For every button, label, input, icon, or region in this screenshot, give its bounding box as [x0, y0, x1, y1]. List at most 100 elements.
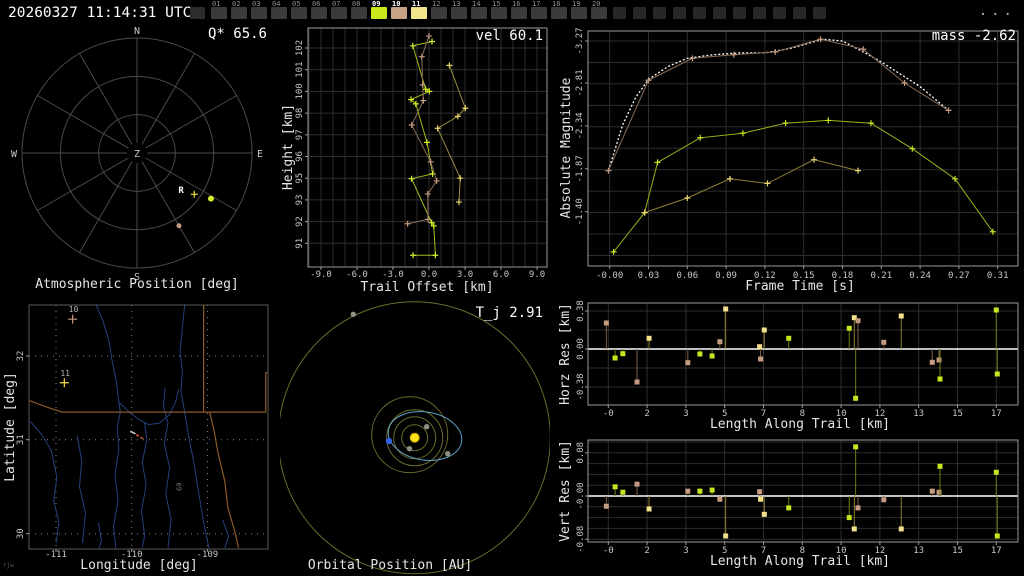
- frame-box[interactable]: [613, 0, 626, 22]
- horz-xlabel: Length Along Trail [km]: [709, 417, 890, 432]
- map-ylabel: Latitude [deg]: [3, 372, 18, 482]
- data-point-cross: [605, 167, 612, 174]
- frame-box-swatch: [511, 7, 527, 19]
- horz-residuals-plot: -0 2 3 5 7 8 10 12 13 15 170.380.00-0.38: [576, 300, 1019, 419]
- map-gridlines: [29, 305, 268, 549]
- svg-text:3: 3: [683, 409, 688, 419]
- frame-box-08[interactable]: 08: [351, 0, 367, 22]
- frame-box-12[interactable]: 12: [431, 0, 447, 22]
- frame-box[interactable]: [713, 0, 726, 22]
- frame-box[interactable]: [753, 0, 766, 22]
- frame-box-16[interactable]: 16: [511, 0, 527, 22]
- frame-box-swatch: [733, 7, 746, 19]
- frame-box-05[interactable]: 05: [291, 0, 307, 22]
- frame-box-02[interactable]: 02: [231, 0, 247, 22]
- svg-text:-1.40: -1.40: [575, 198, 585, 225]
- residual-point: [993, 469, 999, 475]
- residual-point: [786, 505, 792, 511]
- frame-box-13[interactable]: 13: [451, 0, 467, 22]
- plot-frame: [587, 302, 1019, 406]
- frame-box-label: 20: [592, 0, 601, 8]
- frame-box[interactable]: [653, 0, 666, 22]
- frame-box-swatch: [693, 7, 706, 19]
- frame-box-10[interactable]: 10: [391, 0, 407, 22]
- station-label: 11: [60, 369, 70, 378]
- frame-box-18[interactable]: 18: [551, 0, 567, 22]
- frame-box[interactable]: [190, 0, 205, 22]
- data-point-cross: [689, 55, 696, 62]
- river-line: [97, 522, 102, 548]
- frame-box-20[interactable]: 20: [591, 0, 607, 22]
- frame-box-04[interactable]: 04: [271, 0, 287, 22]
- atmos-caption: Atmospheric Position [deg]: [35, 277, 239, 292]
- frame-box[interactable]: [693, 0, 706, 22]
- svg-text:-2.34: -2.34: [575, 112, 585, 139]
- frame-box-swatch: [571, 7, 587, 19]
- map-features: [29, 305, 268, 548]
- frame-box-label: 10: [392, 0, 401, 8]
- residual-point: [881, 339, 887, 345]
- residual-point: [697, 351, 703, 357]
- frame-box[interactable]: [633, 0, 646, 22]
- frame-box-label: 09: [372, 0, 381, 8]
- station-label: 10: [69, 305, 79, 314]
- data-point-cross: [446, 62, 453, 69]
- vert-ylabel: Vert Res [km]: [558, 440, 573, 542]
- frame-box-06[interactable]: 06: [311, 0, 327, 22]
- frame-box-14[interactable]: 14: [471, 0, 487, 22]
- mercury-dot: [406, 446, 413, 452]
- residual-point: [723, 533, 729, 539]
- frame-box-07[interactable]: 07: [331, 0, 347, 22]
- data-point-cross: [726, 175, 733, 182]
- svg-text:92: 92: [295, 216, 305, 227]
- residual-point: [898, 526, 904, 532]
- frame-box[interactable]: [733, 0, 746, 22]
- frame-box-01[interactable]: 01: [211, 0, 227, 22]
- frame-box[interactable]: [773, 0, 786, 22]
- svg-text:30: 30: [16, 528, 26, 539]
- frame-box[interactable]: [813, 0, 826, 22]
- svg-text:97: 97: [295, 129, 305, 140]
- frame-box-09[interactable]: 09: [371, 0, 387, 22]
- frame-box-swatch: [633, 7, 646, 19]
- data-point-cross: [654, 159, 661, 166]
- svg-text:3.0: 3.0: [457, 270, 473, 280]
- residual-point: [685, 488, 691, 494]
- data-point-cross: [855, 167, 862, 174]
- frame-box-label: 15: [492, 0, 501, 8]
- data-point-cross: [684, 195, 691, 202]
- frame-box-label: 04: [272, 0, 281, 8]
- data-point-cross: [424, 190, 431, 197]
- svg-text:0.27: 0.27: [948, 271, 970, 281]
- tick-labels: -0.00 0.03 0.06 0.09 0.12 0.15 0.18 0.21 0.24 0.2…: [575, 27, 1009, 281]
- frame-box-swatch: [331, 7, 347, 19]
- svg-text:2: 2: [644, 409, 649, 419]
- frame-box-11[interactable]: 11: [411, 0, 427, 22]
- frame-box[interactable]: [673, 0, 686, 22]
- overflow-menu-icon[interactable]: ...: [979, 3, 1016, 19]
- frame-box-swatch: [251, 7, 267, 19]
- frame-box-15[interactable]: 15: [491, 0, 507, 22]
- frame-box-19[interactable]: 19: [571, 0, 587, 22]
- svg-text:3: 3: [683, 546, 688, 556]
- data-point-cross: [867, 120, 874, 127]
- ground-track-orange: [135, 434, 145, 441]
- data-point-cross: [59, 378, 69, 388]
- frame-box-swatch: [391, 7, 407, 19]
- frame-box-swatch: [813, 7, 826, 19]
- venus-dot: [424, 423, 430, 430]
- svg-text:0.38: 0.38: [576, 300, 586, 322]
- svg-text:W: W: [11, 149, 18, 160]
- residual-point: [929, 359, 935, 365]
- svg-text:6.0: 6.0: [493, 270, 509, 280]
- frame-box-17[interactable]: 17: [531, 0, 547, 22]
- frame-box-03[interactable]: 03: [251, 0, 267, 22]
- residual-point: [723, 306, 729, 312]
- residual-point: [853, 395, 859, 401]
- frame-box-label: 01: [212, 0, 221, 8]
- frame-box-label: 07: [332, 0, 341, 8]
- frame-box-swatch: [713, 7, 726, 19]
- frame-box[interactable]: [793, 0, 806, 22]
- meteoroid: [387, 411, 463, 461]
- map-frame: [28, 304, 269, 550]
